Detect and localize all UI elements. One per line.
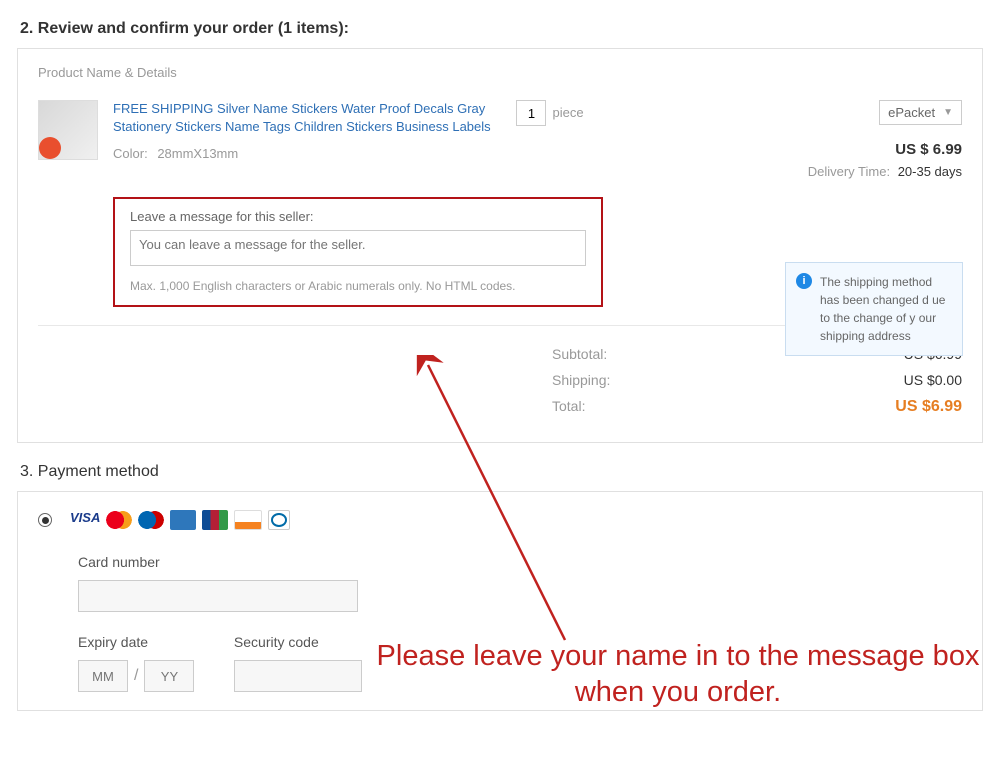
shipping-label: Shipping: xyxy=(552,372,882,388)
expiry-month-input[interactable] xyxy=(78,660,128,692)
security-code-label: Security code xyxy=(234,634,362,650)
annotation-text: Please leave your name in to the message… xyxy=(368,638,988,711)
shipping-method-select[interactable]: ePacket ▼ xyxy=(879,100,962,125)
seller-message-block: Leave a message for this seller: Max. 1,… xyxy=(113,197,603,307)
right-column: ePacket ▼ US $ 6.99 Delivery Time: 20-35… xyxy=(584,100,962,179)
product-header: Product Name & Details xyxy=(38,65,962,80)
mastercard-icon xyxy=(106,510,132,530)
review-order-title: 2. Review and confirm your order (1 item… xyxy=(20,20,1000,38)
totals: Subtotal: US $6.99 Shipping: US $0.00 To… xyxy=(38,346,962,416)
diners-icon xyxy=(268,510,290,530)
color-label: Color: xyxy=(113,146,148,161)
card-number-input[interactable] xyxy=(78,580,358,612)
product-title[interactable]: FREE SHIPPING Silver Name Stickers Water… xyxy=(113,100,491,136)
jcb-icon xyxy=(202,510,228,530)
item-price: US $ 6.99 xyxy=(584,141,962,158)
chevron-down-icon: ▼ xyxy=(943,107,953,118)
product-color: Color: 28mmX13mm xyxy=(113,146,491,161)
info-icon: i xyxy=(796,273,812,289)
discover-icon xyxy=(234,510,262,530)
product-row: FREE SHIPPING Silver Name Stickers Water… xyxy=(38,100,962,197)
quantity-block: piece xyxy=(516,100,583,179)
amex-icon xyxy=(170,510,196,530)
payment-card-option[interactable]: VISA xyxy=(38,510,962,530)
shipping-note-text: The shipping method has been changed d u… xyxy=(820,275,945,343)
delivery-time-label: Delivery Time: xyxy=(808,164,890,179)
order-box: Product Name & Details FREE SHIPPING Sil… xyxy=(17,48,983,443)
total-value: US $6.99 xyxy=(882,398,962,416)
quantity-unit: piece xyxy=(552,100,583,126)
shipping-value: US $0.00 xyxy=(882,372,962,388)
seller-message-label: Leave a message for this seller: xyxy=(130,209,586,224)
color-value: 28mmX13mm xyxy=(157,146,238,161)
delivery-time-value: 20-35 days xyxy=(898,164,962,179)
security-code-input[interactable] xyxy=(234,660,362,692)
seller-message-hint: Max. 1,000 English characters or Arabic … xyxy=(130,279,586,293)
shipping-method-label: ePacket xyxy=(888,105,935,120)
product-thumbnail[interactable] xyxy=(38,100,98,160)
card-radio[interactable] xyxy=(38,513,52,527)
expiry-year-input[interactable] xyxy=(144,660,194,692)
total-label: Total: xyxy=(552,398,882,416)
expiry-label: Expiry date xyxy=(78,634,194,650)
quantity-input[interactable] xyxy=(516,100,546,126)
expiry-slash: / xyxy=(134,667,138,685)
visa-icon: VISA xyxy=(70,510,100,530)
shipping-change-note: i The shipping method has been changed d… xyxy=(785,262,963,356)
maestro-icon xyxy=(138,510,164,530)
product-details: FREE SHIPPING Silver Name Stickers Water… xyxy=(113,100,491,179)
card-number-label: Card number xyxy=(78,554,962,570)
payment-method-title: 3. Payment method xyxy=(20,463,1000,481)
seller-message-input[interactable] xyxy=(130,230,586,266)
